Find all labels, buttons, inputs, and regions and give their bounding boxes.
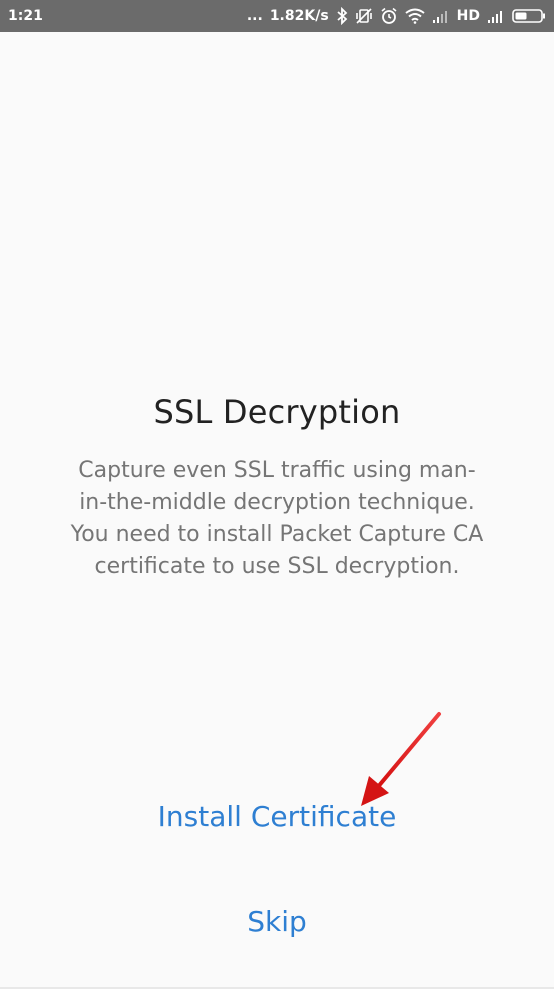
signal-icon xyxy=(487,9,505,23)
install-certificate-button[interactable]: Install Certificate xyxy=(0,800,554,833)
network-speed: 1.82K/s xyxy=(269,8,329,24)
bluetooth-icon xyxy=(336,7,348,25)
skip-button[interactable]: Skip xyxy=(0,905,554,938)
status-icons: ... 1.82K/s HD xyxy=(247,6,546,26)
signal-icon xyxy=(432,9,450,23)
status-dots: ... xyxy=(246,8,263,24)
description-line: You need to install Packet Capture CA xyxy=(70,522,484,547)
description-line: certificate to use SSL decryption. xyxy=(94,554,460,579)
network-type: HD xyxy=(456,8,480,24)
alarm-icon xyxy=(380,7,398,25)
description-line: in-the-middle decryption technique. xyxy=(79,490,475,515)
wifi-icon xyxy=(405,8,425,24)
description-line: Capture even SSL traffic using man- xyxy=(78,458,476,483)
vibrate-icon xyxy=(355,7,373,25)
screen: 1:21 ... 1.82K/s HD SSL Decryption Captu… xyxy=(0,0,554,989)
description: Capture even SSL traffic using man- in-t… xyxy=(40,455,514,583)
page-title: SSL Decryption xyxy=(153,393,401,431)
status-bar: 1:21 ... 1.82K/s HD xyxy=(0,0,554,32)
status-time: 1:21 xyxy=(8,8,43,24)
battery-icon xyxy=(512,8,546,24)
